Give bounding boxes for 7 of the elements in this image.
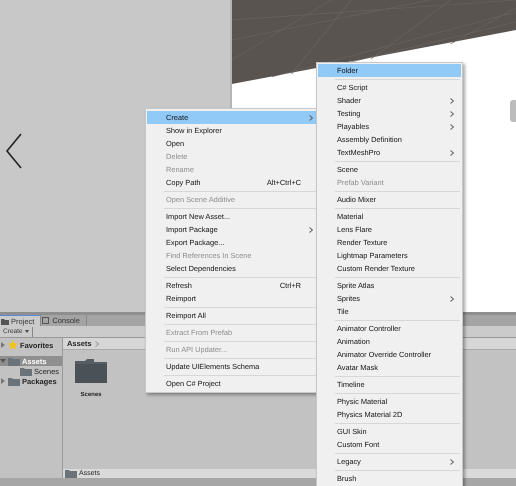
console-icon [42,317,50,324]
folder-icon [8,356,20,366]
folder-icon [8,376,20,386]
chevron-icon [94,340,99,346]
folder-icon[interactable] [74,358,108,384]
star-icon [8,340,18,350]
caret-icon [24,330,29,333]
